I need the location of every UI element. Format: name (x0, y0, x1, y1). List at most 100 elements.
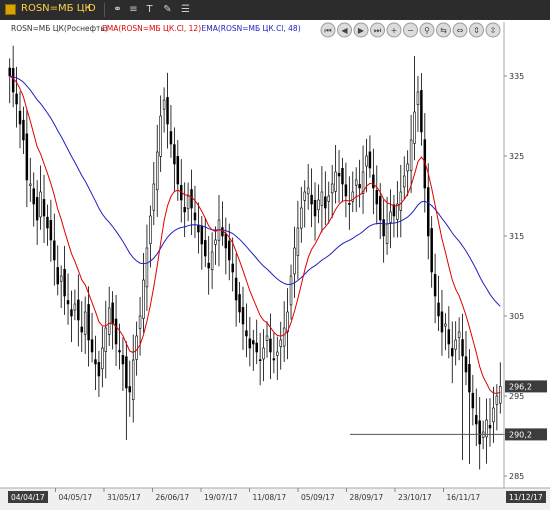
x-tick-label: 04/05/17 (59, 493, 93, 502)
candle (224, 217, 228, 275)
ema-12-line (9, 75, 501, 394)
candle (488, 398, 492, 447)
candle (70, 290, 73, 343)
candle (289, 264, 293, 320)
vertical-compress-icon[interactable]: ⇕ (469, 22, 484, 38)
candle (39, 165, 42, 230)
candle (303, 180, 306, 228)
candle (464, 330, 468, 386)
candle (32, 172, 35, 227)
candle (107, 286, 111, 347)
candle (142, 253, 145, 333)
scroll-left-icon[interactable]: ◀ (337, 22, 352, 38)
scroll-right-end-icon[interactable]: ⏭ (370, 22, 385, 38)
expand-icon[interactable]: ⇔ (452, 22, 468, 38)
candle (197, 202, 200, 254)
candle (46, 204, 49, 246)
candle (63, 245, 66, 315)
y-tick-label: 295 (509, 392, 524, 401)
candle (159, 95, 162, 172)
candle (361, 145, 365, 214)
candle (313, 182, 317, 241)
candle (241, 286, 245, 350)
candle (210, 232, 214, 289)
candle (18, 91, 22, 149)
candle (468, 349, 471, 464)
candle (245, 303, 248, 358)
price-chart[interactable]: ROSN=МБ ЦК(Роснефть)EMA(ROSN=МБ ЦК.Cl, 1… (0, 0, 550, 510)
candle (409, 114, 413, 193)
candle (389, 189, 392, 249)
zoom-in-icon[interactable]: + (386, 22, 402, 38)
compress-icon[interactable]: ⇆ (436, 22, 451, 38)
candle (145, 224, 149, 312)
blank-overlay-box (252, 418, 350, 464)
candle (248, 316, 252, 367)
scroll-left-start-icon[interactable]: ⏮ (320, 22, 336, 38)
candle (200, 216, 204, 270)
svg-text:⇕: ⇕ (473, 26, 480, 35)
x-tick-label: 19/07/17 (204, 493, 238, 502)
candle (306, 163, 310, 210)
candle (372, 148, 375, 215)
candle (49, 199, 53, 262)
candle (334, 145, 337, 204)
candle (214, 226, 217, 265)
candle (447, 306, 451, 359)
candle (344, 162, 348, 218)
candle (341, 157, 344, 203)
candle (59, 265, 63, 308)
candle (204, 217, 207, 268)
candle (320, 166, 324, 233)
candle (66, 273, 70, 325)
ema-48-line (9, 75, 501, 307)
candle (238, 282, 241, 323)
y-tick-label: 315 (509, 232, 524, 241)
candle (354, 167, 358, 212)
candle (286, 288, 289, 360)
candlestick-series (8, 45, 502, 470)
candle (382, 199, 385, 263)
candle (221, 201, 224, 246)
candle (176, 139, 180, 201)
candle (155, 124, 159, 217)
candle (179, 159, 183, 223)
candle (385, 196, 389, 255)
candle (53, 213, 56, 286)
candle (300, 186, 303, 243)
candle (149, 205, 152, 268)
candle (368, 135, 372, 178)
y-tick-label: 305 (509, 312, 524, 321)
svg-text:◀: ◀ (341, 26, 348, 35)
svg-text:⚲: ⚲ (424, 26, 430, 35)
zoom-fit-icon[interactable]: ⚲ (419, 22, 435, 38)
vertical-expand-icon[interactable]: ⇳ (485, 22, 501, 38)
x-tick-label: 05/09/17 (301, 493, 335, 502)
candle (444, 313, 447, 351)
y-tick-label: 335 (509, 72, 524, 81)
candle (413, 56, 416, 161)
candle (457, 317, 461, 361)
legend-item: EMA(ROSN=МБ ЦК.Cl, 12) (102, 24, 201, 33)
candle (138, 296, 142, 356)
candle (433, 253, 437, 324)
x-tick-label: 16/11/17 (447, 493, 481, 502)
candle (499, 362, 502, 414)
candle (392, 194, 396, 238)
candle (42, 174, 46, 244)
svg-text:⇆: ⇆ (440, 26, 447, 35)
candle (217, 194, 221, 267)
candle (22, 106, 25, 155)
svg-text:+: + (391, 26, 398, 35)
candle (8, 58, 11, 104)
x-tick-label: 11/08/17 (253, 493, 287, 502)
x-tick-label: 04/04/17 (11, 493, 45, 502)
candle (169, 105, 173, 158)
zoom-out-icon[interactable]: − (403, 22, 418, 38)
scroll-right-icon[interactable]: ▶ (353, 22, 369, 38)
candle (162, 87, 166, 133)
candle (77, 274, 80, 347)
candle (471, 374, 475, 426)
candle (114, 295, 118, 366)
svg-text:⏭: ⏭ (374, 26, 381, 35)
